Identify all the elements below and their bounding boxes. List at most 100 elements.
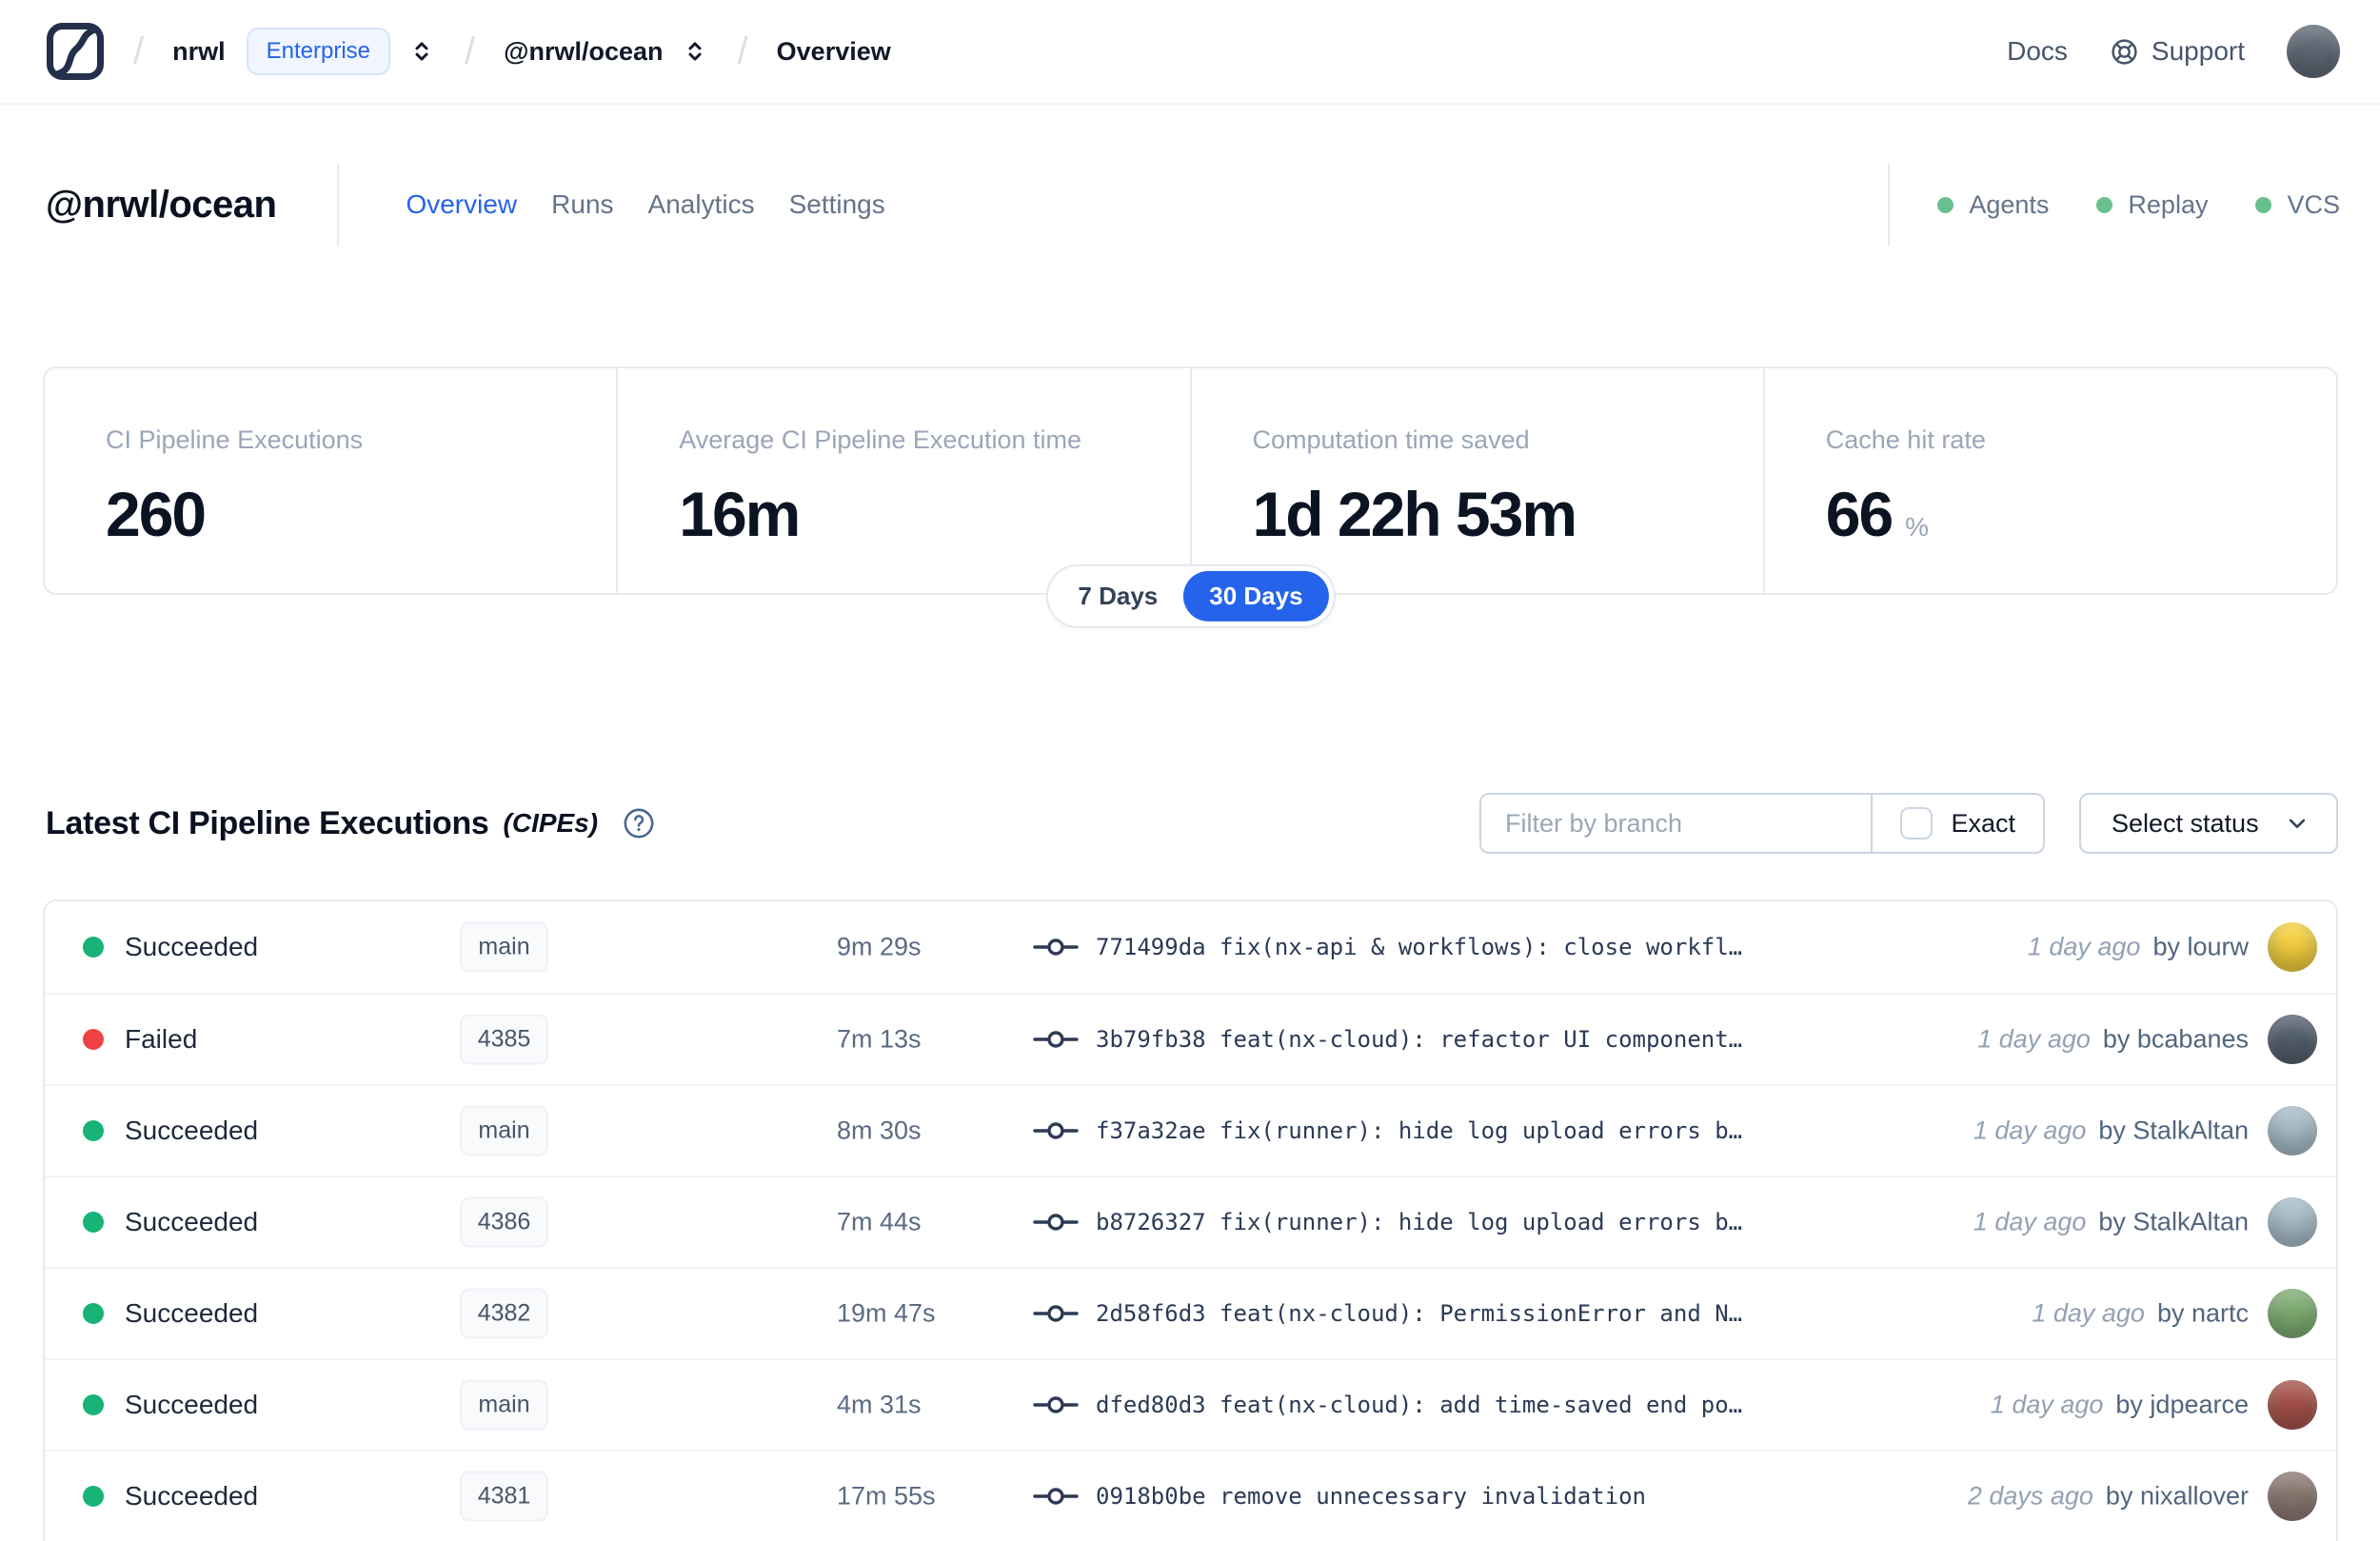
table-row[interactable]: Succeeded 4382 19m 47s 2d58f6d3 feat(nx-… [45,1267,2336,1358]
commit-message[interactable]: 0918b0be remove unnecessary invalidation [1096,1483,1646,1510]
commit-message[interactable]: b8726327 fix(runner): hide log upload er… [1096,1209,1742,1235]
duration: 19m 47s [837,1298,936,1328]
author: by nartc [2156,1298,2249,1328]
integration-agents[interactable]: Agents [1937,190,2049,220]
tab-runs[interactable]: Runs [551,189,613,220]
time-ago: 1 day ago [1990,1390,2104,1419]
table-row[interactable]: Succeeded main 4m 31s dfed80d3 feat(nx-c… [45,1358,2336,1450]
status-label: Succeeded [125,932,259,961]
chevron-down-icon [2289,819,2306,829]
table-row[interactable]: Succeeded main 9m 29s 771499da fix(nx-ap… [45,901,2336,993]
row-meta: 1 day ago by jdpearce [1991,1391,2249,1420]
commit-message[interactable]: 771499da fix(nx-api & workflows): close … [1096,934,1742,960]
commit-icon [1033,1305,1079,1322]
author: by bcabanes [2102,1024,2249,1054]
status-select[interactable]: Select status [2079,793,2338,854]
help-icon[interactable] [623,807,655,840]
tab-overview[interactable]: Overview [406,189,517,220]
tab-analytics[interactable]: Analytics [648,189,755,220]
breadcrumb-workspace[interactable]: @nrwl/ocean [504,37,663,67]
docs-link[interactable]: Docs [2007,36,2068,67]
commit-icon [1033,1031,1079,1048]
author-avatar[interactable] [2268,1380,2317,1430]
branch-badge[interactable]: main [460,1105,548,1156]
branch-filter-group: Exact [1479,793,2045,854]
tab-settings[interactable]: Settings [789,189,885,220]
duration: 7m 44s [837,1207,922,1236]
author-avatar[interactable] [2268,922,2317,972]
commit-message[interactable]: dfed80d3 feat(nx-cloud): add time-saved … [1096,1392,1742,1418]
author-avatar[interactable] [2268,1197,2317,1247]
commit-message[interactable]: 3b79fb38 feat(nx-cloud): refactor UI com… [1096,1026,1742,1053]
author-avatar[interactable] [2268,1015,2317,1064]
cipes-controls: Exact Select status [1479,793,2338,854]
author-avatar[interactable] [2268,1472,2317,1521]
integration-replay[interactable]: Replay [2096,190,2208,220]
status-label: Failed [125,1024,198,1054]
org-switcher-chevron-icon[interactable] [407,37,436,66]
workspace-switcher-chevron-icon[interactable] [681,37,709,66]
enterprise-badge[interactable]: Enterprise [246,28,391,75]
range-option-30-days[interactable]: 30 Days [1183,570,1329,622]
support-link[interactable]: Support [2110,36,2245,67]
user-avatar[interactable] [2287,25,2340,78]
branch-badge[interactable]: 4381 [460,1471,548,1522]
exact-checkbox[interactable] [1900,807,1934,840]
branch-badge[interactable]: 4386 [460,1196,548,1248]
stat-card-computation-time-saved: Computation time saved 1d 22h 53m [1189,368,1763,593]
status-label: Succeeded [125,1207,259,1236]
workspace-tabs: Overview Runs Analytics Settings [406,189,884,220]
status-dot-icon [83,1029,104,1050]
branch-badge[interactable]: 4382 [460,1288,548,1339]
breadcrumb-org[interactable]: nrwl [172,37,226,67]
branch-badge[interactable]: main [460,921,548,973]
breadcrumb-separator: / [465,30,476,72]
duration: 7m 13s [837,1024,922,1054]
row-meta: 1 day ago by nartc [2032,1299,2249,1329]
row-meta: 1 day ago by StalkAltan [1973,1208,2249,1237]
author: by StalkAltan [2098,1207,2249,1236]
status-label: Succeeded [125,1481,259,1511]
integration-status-group: Agents Replay VCS [1888,164,2340,246]
branch-badge[interactable]: 4385 [460,1014,548,1065]
status-label: Succeeded [125,1298,259,1328]
commit-icon [1033,1396,1079,1413]
page-title: @nrwl/ocean [46,183,277,226]
table-row[interactable]: Succeeded main 8m 30s f37a32ae fix(runne… [45,1084,2336,1176]
row-meta: 1 day ago by bcabanes [1977,1025,2249,1055]
breadcrumb-separator: / [737,30,748,72]
time-ago: 1 day ago [1973,1207,2087,1236]
duration: 8m 30s [837,1116,922,1145]
author-avatar[interactable] [2268,1289,2317,1338]
range-option-7-days[interactable]: 7 Days [1052,571,1183,622]
commit-message[interactable]: 2d58f6d3 feat(nx-cloud): PermissionError… [1096,1300,1742,1327]
time-ago: 1 day ago [2027,932,2141,961]
status-dot-icon [83,1394,104,1415]
nx-cloud-logo-icon[interactable] [46,22,105,81]
status-dot-icon [83,1486,104,1507]
branch-badge[interactable]: main [460,1379,548,1431]
time-ago: 1 day ago [2032,1298,2145,1328]
author: by StalkAltan [2098,1116,2249,1145]
status-dot-icon [1937,196,1954,213]
integration-vcs[interactable]: VCS [2255,190,2340,220]
status-dot-icon [2255,196,2272,213]
table-row[interactable]: Failed 4385 7m 13s 3b79fb38 feat(nx-clou… [45,993,2336,1084]
branch-filter-input[interactable] [1481,795,1872,852]
commit-icon [1033,1214,1079,1231]
table-row[interactable]: Succeeded 4381 17m 55s 0918b0be remove u… [45,1450,2336,1541]
status-label: Succeeded [125,1390,259,1419]
author: by jdpearce [2115,1390,2249,1419]
duration: 17m 55s [837,1481,936,1511]
table-row[interactable]: Succeeded 4386 7m 44s b8726327 fix(runne… [45,1176,2336,1267]
cipes-header: Latest CI Pipeline Executions (CIPEs) Ex… [46,793,2338,854]
date-range-toggle: 7 Days 30 Days [1045,563,1336,628]
author-avatar[interactable] [2268,1106,2317,1156]
author: by nixallover [2105,1481,2249,1511]
status-dot-icon [2096,196,2113,213]
row-meta: 2 days ago by nixallover [1968,1482,2249,1511]
status-dot-icon [83,937,104,958]
percent-suffix: % [1905,512,1930,542]
exact-match-toggle[interactable]: Exact [1873,795,2043,852]
commit-message[interactable]: f37a32ae fix(runner): hide log upload er… [1096,1117,1742,1144]
